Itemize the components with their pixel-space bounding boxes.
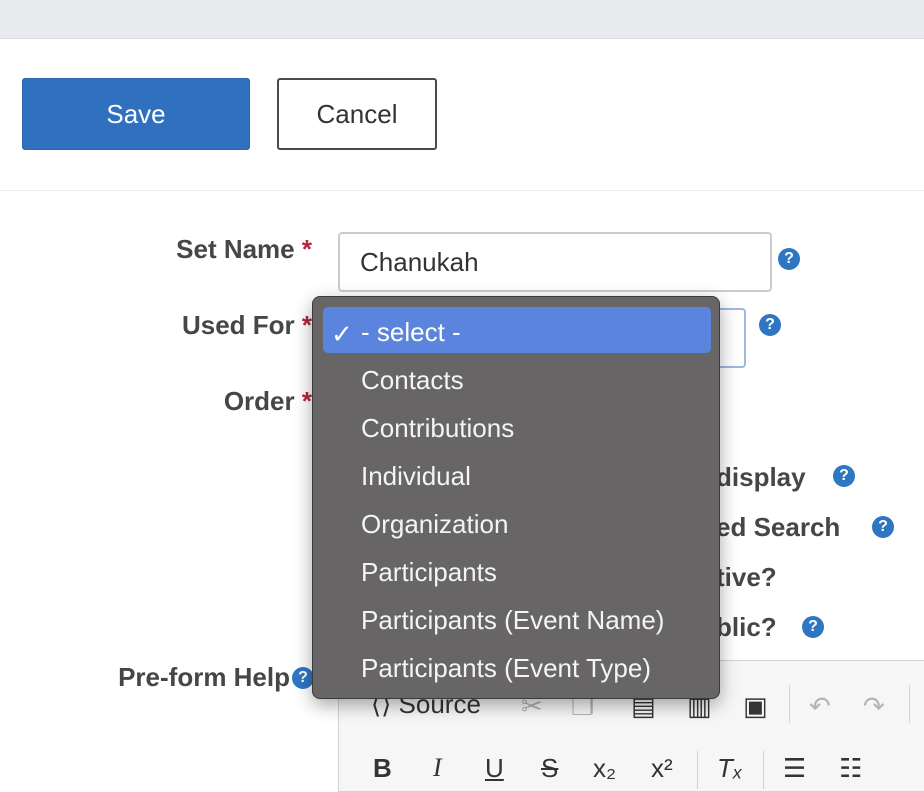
order-label: Order * bbox=[223, 386, 312, 416]
italic-icon[interactable]: I bbox=[433, 753, 442, 783]
cancel-button[interactable]: Cancel bbox=[277, 78, 437, 150]
required-mark: * bbox=[301, 234, 312, 264]
toolbar-separator bbox=[763, 751, 764, 789]
undo-icon[interactable]: ↶ bbox=[809, 691, 831, 722]
toolbar-separator bbox=[697, 751, 698, 789]
underline-icon[interactable]: U bbox=[485, 753, 504, 784]
remove-format-icon[interactable]: Tₓ bbox=[717, 753, 743, 784]
used-for-label: Used For * bbox=[181, 310, 312, 340]
help-icon[interactable]: ? bbox=[802, 616, 824, 638]
dropdown-option-participants-event-type[interactable]: Participants (Event Type) bbox=[361, 653, 651, 684]
toolbar-separator bbox=[789, 685, 790, 723]
pre-form-help-label: Pre-form Help bbox=[118, 662, 290, 692]
dropdown-option-participants[interactable]: Participants bbox=[361, 557, 497, 588]
display-option-label: display bbox=[716, 462, 806, 492]
bold-icon[interactable]: B bbox=[373, 753, 392, 784]
dropdown-option-contacts[interactable]: Contacts bbox=[361, 365, 464, 396]
search-option-label: ed Search bbox=[716, 512, 841, 542]
help-icon[interactable]: ? bbox=[778, 248, 800, 270]
required-mark: * bbox=[301, 386, 312, 416]
strikethrough-icon[interactable]: S bbox=[541, 753, 558, 784]
paste-word-icon[interactable]: ▣ bbox=[743, 691, 768, 722]
bulleted-list-icon[interactable]: ☷ bbox=[839, 753, 862, 784]
required-mark: * bbox=[301, 310, 312, 340]
checkmark-icon: ✓ bbox=[331, 319, 353, 349]
save-button[interactable]: Save bbox=[22, 78, 250, 150]
header-divider bbox=[0, 190, 924, 191]
toolbar-separator bbox=[909, 685, 910, 723]
dropdown-option-organization[interactable]: Organization bbox=[361, 509, 508, 540]
help-icon[interactable]: ? bbox=[833, 465, 855, 487]
public-option-label: blic? bbox=[716, 612, 777, 642]
subscript-icon[interactable]: x₂ bbox=[593, 753, 616, 784]
dropdown-option-select[interactable]: - select - bbox=[361, 317, 461, 348]
help-icon[interactable]: ? bbox=[759, 314, 781, 336]
redo-icon[interactable]: ↷ bbox=[863, 691, 885, 722]
help-icon[interactable]: ? bbox=[292, 667, 314, 689]
set-name-input[interactable]: Chanukah bbox=[338, 232, 772, 292]
numbered-list-icon[interactable]: ☰ bbox=[783, 753, 806, 784]
superscript-icon[interactable]: x² bbox=[651, 753, 673, 784]
top-bar bbox=[0, 0, 924, 39]
used-for-dropdown-menu: ✓ - select - Contacts Contributions Indi… bbox=[312, 296, 720, 699]
set-name-label: Set Name * bbox=[176, 234, 312, 264]
help-icon[interactable]: ? bbox=[872, 516, 894, 538]
dropdown-option-individual[interactable]: Individual bbox=[361, 461, 471, 492]
dropdown-option-contributions[interactable]: Contributions bbox=[361, 413, 514, 444]
dropdown-option-participants-event-name[interactable]: Participants (Event Name) bbox=[361, 605, 664, 636]
active-option-label: tive? bbox=[716, 562, 777, 592]
